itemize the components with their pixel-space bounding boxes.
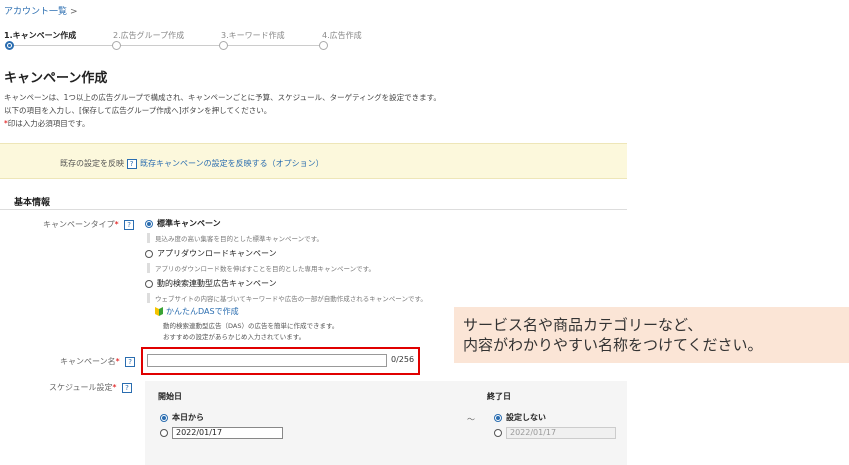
existing-settings-panel: 既存の設定を反映 ? 既存キャンペーンの設定を反映する（オプション） <box>0 143 627 179</box>
option-label: 本日から <box>172 413 204 422</box>
end-none-option[interactable]: 設定しない <box>494 412 546 423</box>
callout-line-1: サービス名や商品カテゴリーなど、 <box>463 316 703 334</box>
campaign-type-standard-option[interactable]: 標準キャンペーン <box>145 218 221 229</box>
radio-end-date[interactable] <box>494 428 502 437</box>
page-title: キャンペーン作成 <box>4 71 108 86</box>
option-label: 動的検索連動型広告キャンペーン <box>157 279 277 288</box>
help-icon[interactable]: ? <box>124 220 135 230</box>
campaign-type-label: キャンペーンタイプ* ? <box>43 219 135 230</box>
option-description: 見込み度の高い集客を目的とした標準キャンペーンです。 <box>147 233 323 243</box>
radio-das[interactable] <box>145 279 153 288</box>
beginner-mark-icon <box>155 307 163 316</box>
callout-line-2: 内容がわかりやすい名称をつけてください。 <box>463 336 763 354</box>
schedule-label: スケジュール設定* ? <box>49 382 132 393</box>
end-date-header: 終了日 <box>487 392 511 401</box>
step-ad-group: 2.広告グループ作成 <box>113 31 185 40</box>
required-mark: * <box>115 357 120 366</box>
step-dot-ad-group <box>112 41 121 50</box>
step-campaign: 1.キャンペーン作成 <box>4 31 77 40</box>
campaign-type-app-download-option[interactable]: アプリダウンロードキャンペーン <box>145 248 277 259</box>
radio-standard[interactable] <box>145 219 153 228</box>
page-description-2: 以下の項目を入力し、[保存して広告グループ作成へ]ボタンを押してください。 <box>4 106 272 115</box>
option-label: 標準キャンペーン <box>157 219 221 228</box>
option-label: アプリダウンロードキャンペーン <box>157 249 277 258</box>
step-ad: 4.広告作成 <box>322 31 362 40</box>
required-note-text: 印は入力必須項目です。 <box>7 119 90 128</box>
annotation-callout: サービス名や商品カテゴリーなど、 内容がわかりやすい名称をつけてください。 <box>454 307 849 363</box>
schedule-panel <box>145 381 627 465</box>
start-date-input[interactable]: 2022/01/17 <box>172 427 283 439</box>
step-dot-keyword <box>219 41 228 50</box>
easy-das-link[interactable]: かんたんDASで作成 <box>155 306 239 317</box>
campaign-type-label-text: キャンペーンタイプ <box>43 220 115 229</box>
step-track <box>12 45 324 46</box>
help-icon[interactable]: ? <box>126 159 137 169</box>
date-range-tilde: ～ <box>467 415 475 424</box>
start-today-option[interactable]: 本日から <box>160 412 204 423</box>
help-icon[interactable]: ? <box>125 357 136 367</box>
existing-settings-label-text: 既存の設定を反映 <box>60 159 124 168</box>
end-date-option[interactable] <box>494 428 506 437</box>
help-icon[interactable]: ? <box>122 383 132 393</box>
start-date-header: 開始日 <box>158 392 182 401</box>
radio-start-date[interactable] <box>160 428 168 437</box>
schedule-label-text: スケジュール設定 <box>49 383 113 392</box>
breadcrumb-separator: > <box>70 7 78 17</box>
easy-das-description-2: おすすめの設定があらかじめ入力されています。 <box>163 333 306 341</box>
step-dot-ad <box>319 41 328 50</box>
step-dot-campaign <box>5 41 14 50</box>
breadcrumb-account-list-link[interactable]: アカウント一覧 <box>4 7 67 17</box>
radio-end-none[interactable] <box>494 413 502 422</box>
radio-app-download[interactable] <box>145 249 153 258</box>
reflect-existing-campaign-link[interactable]: 既存キャンペーンの設定を反映する（オプション） <box>140 158 324 169</box>
easy-das-link-text: かんたんDASで作成 <box>166 307 239 316</box>
option-description: ウェブサイトの内容に基づいてキーワードや広告の一部が自動作成されるキャンペーンで… <box>147 293 427 303</box>
required-note: *印は入力必須項目です。 <box>4 118 90 129</box>
section-divider <box>0 209 627 210</box>
campaign-name-label: キャンペーン名* ? <box>60 356 136 367</box>
breadcrumb: アカウント一覧 > <box>4 4 78 17</box>
end-date-input[interactable]: 2022/01/17 <box>506 427 616 439</box>
campaign-name-label-text: キャンペーン名 <box>60 357 116 366</box>
option-description: アプリのダウンロード数を伸ばすことを目的とした専用キャンペーンです。 <box>147 263 375 273</box>
campaign-type-das-option[interactable]: 動的検索連動型広告キャンペーン <box>145 278 277 289</box>
required-mark: * <box>114 220 119 229</box>
radio-start-today[interactable] <box>160 413 168 422</box>
campaign-name-input[interactable] <box>147 354 387 367</box>
campaign-name-char-counter: 0/256 <box>391 355 415 364</box>
step-keyword: 3.キーワード作成 <box>221 31 285 40</box>
start-date-option[interactable] <box>160 428 172 437</box>
required-mark: * <box>112 383 117 392</box>
page-description-1: キャンペーンは、1つ以上の広告グループで構成され、キャンペーンごとに予算、スケジ… <box>4 93 441 102</box>
section-title-basic-info: 基本情報 <box>14 198 51 208</box>
option-label: 設定しない <box>506 413 546 422</box>
existing-settings-label: 既存の設定を反映 ? <box>60 158 137 169</box>
easy-das-description-1: 動的検索連動型広告（DAS）の広告を簡単に作成できます。 <box>163 322 339 330</box>
